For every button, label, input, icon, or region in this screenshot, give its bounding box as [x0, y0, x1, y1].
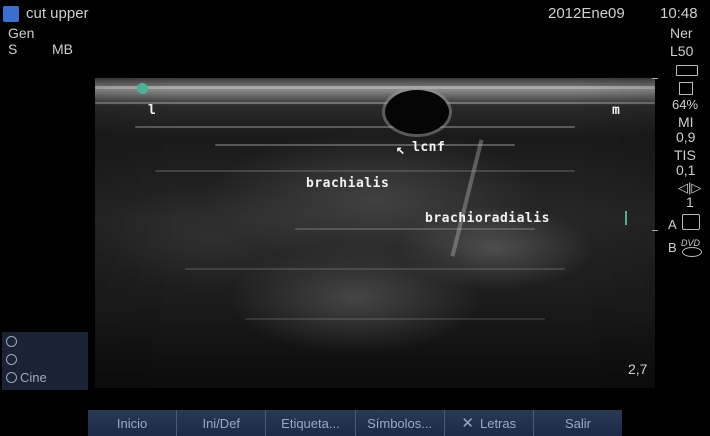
mi-value: 0,9 [676, 129, 696, 145]
app-logo-icon [3, 6, 19, 22]
letras-label: Letras [479, 415, 517, 431]
exam-time: 10:48 [660, 5, 698, 22]
ini-def-label: Ini/Def [202, 415, 241, 431]
salir-button[interactable]: Salir [533, 410, 623, 436]
nerve-preset-label: Ner [670, 25, 693, 41]
battery-percent: 64% [672, 97, 699, 112]
cine-option-2[interactable] [2, 350, 88, 368]
simbolos-button[interactable]: Símbolos... [355, 410, 445, 436]
radio-icon [6, 353, 17, 365]
dvd-icon[interactable] [682, 247, 702, 257]
depth-value: 2,7 [628, 361, 648, 377]
gain-value: 1 [686, 194, 694, 210]
radio-icon [6, 335, 17, 347]
s-label: S [8, 41, 18, 57]
cine-option-cine[interactable]: Cine [2, 368, 88, 386]
orientation-marker-dot [137, 83, 148, 94]
depth-tick [652, 230, 658, 231]
arrow-pointer-icon: ↖ [396, 140, 406, 158]
print-b-label: B [668, 240, 677, 255]
letras-button[interactable]: ✕ Letras [444, 410, 534, 436]
cine-panel: Cine [2, 332, 88, 390]
preset-name: cut upper [26, 5, 89, 22]
probe-label: L50 [670, 43, 694, 59]
medial-label: m [612, 103, 621, 118]
battery-icon [676, 65, 698, 76]
lateral-label: l [148, 103, 157, 118]
mode-label: Gen [8, 25, 35, 41]
storage-icon [679, 82, 693, 95]
close-x-icon: ✕ [461, 415, 474, 432]
inicio-button[interactable]: Inicio [88, 410, 178, 436]
inicio-label: Inicio [116, 415, 148, 431]
exam-date: 2012Ene09 [548, 5, 625, 22]
cine-option-1[interactable] [2, 332, 88, 350]
print-a-label: A [668, 217, 677, 232]
brachioradialis-label: brachioradialis [425, 211, 550, 226]
mb-label: MB [52, 41, 73, 57]
mi-label: MI [678, 114, 694, 130]
ini-def-button[interactable]: Ini/Def [177, 410, 267, 436]
tis-label: TIS [674, 147, 696, 163]
lcnf-label: lcnf [412, 140, 446, 155]
brachialis-label: brachialis [306, 176, 390, 191]
ultrasound-image[interactable] [95, 78, 655, 388]
radio-icon [6, 371, 17, 383]
needle-line [450, 139, 484, 257]
bottom-toolbar: Inicio Ini/Def Etiqueta... Símbolos... ✕… [88, 410, 623, 436]
cine-label: Cine [20, 369, 47, 385]
text-cursor [625, 211, 627, 225]
etiqueta-label: Etiqueta... [281, 415, 340, 431]
tis-value: 0,1 [676, 162, 696, 178]
salir-label: Salir [564, 415, 591, 431]
depth-tick [652, 78, 658, 79]
gain-arrows-icon: ◁|▷ [678, 180, 702, 195]
printer-icon[interactable] [682, 214, 700, 230]
simbolos-label: Símbolos... [367, 415, 433, 431]
etiqueta-button[interactable]: Etiqueta... [266, 410, 356, 436]
vessel-shadow [385, 90, 449, 134]
